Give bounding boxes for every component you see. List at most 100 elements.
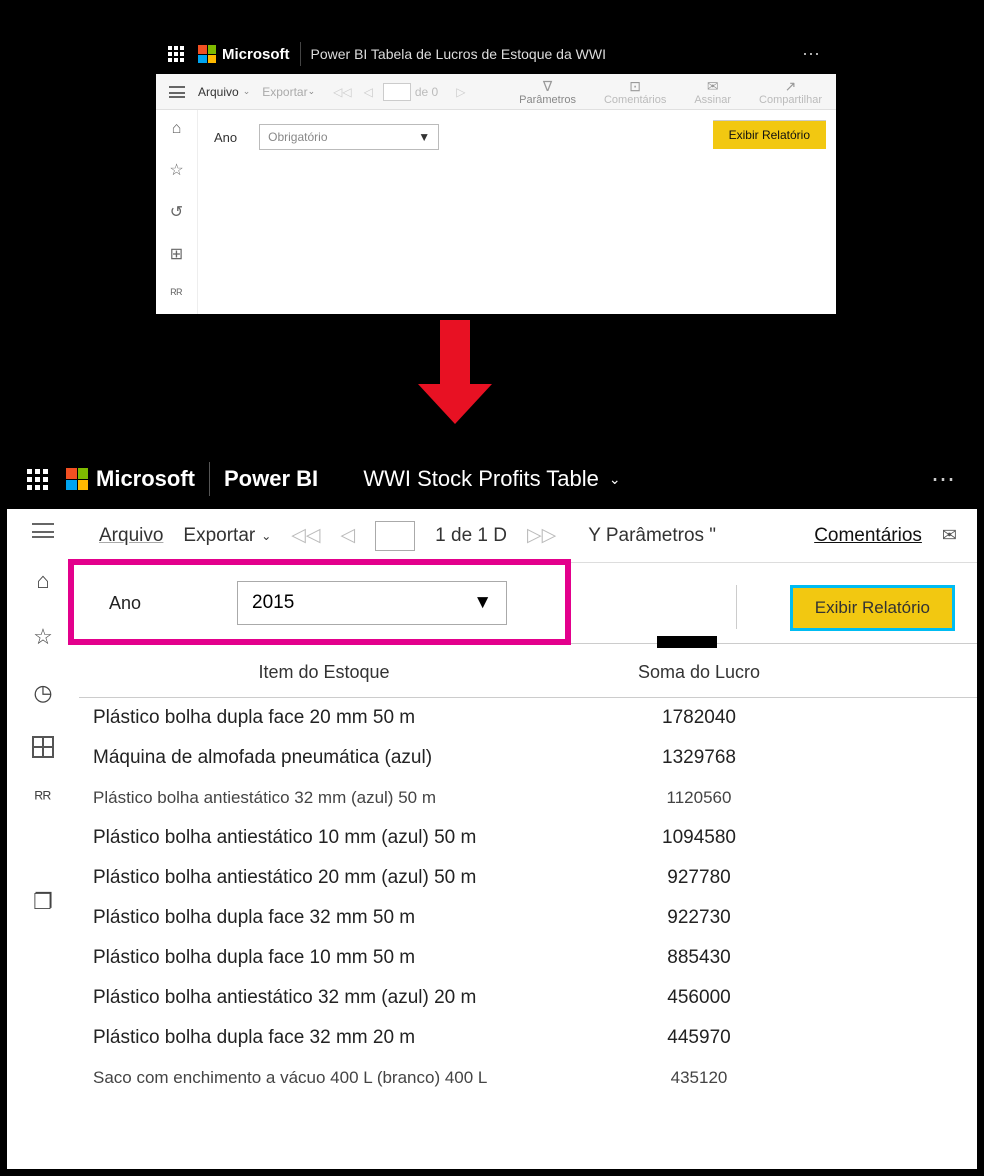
dropdown-value: 2015 bbox=[252, 592, 294, 614]
table-row: Plástico bolha dupla face 20 mm 50 m1782… bbox=[79, 698, 977, 738]
cell-profit: 1329768 bbox=[569, 747, 829, 769]
bottom-window: Microsoft Power BI WWI Stock Profits Tab… bbox=[7, 449, 977, 1169]
toolbar-params[interactable]: Y Parâmetros " bbox=[588, 525, 716, 547]
cell-profit: 927780 bbox=[569, 867, 829, 889]
next-page-icon[interactable]: ▷ bbox=[456, 85, 465, 99]
recent-icon[interactable]: ◷ bbox=[33, 680, 52, 706]
table-row: Plástico bolha antiestático 20 mm (azul)… bbox=[79, 858, 977, 898]
view-report-button[interactable]: Exibir Relatório bbox=[713, 120, 826, 149]
first-page-icon[interactable]: ◁◁ bbox=[333, 85, 351, 99]
page-number-input[interactable] bbox=[375, 521, 415, 551]
year-dropdown[interactable]: 2015 ▼ bbox=[237, 581, 507, 625]
app-launcher-icon[interactable] bbox=[27, 469, 48, 490]
bottom-toolbar: Arquivo Exportar⌄ ◁◁ ◁ 1 de 1 D ▷▷ Y Par… bbox=[79, 509, 977, 563]
home-icon[interactable]: ⌂ bbox=[36, 568, 49, 594]
top-sidebar: ⌂ ☆ ↺ ⊞ ᴿᴿ bbox=[156, 110, 198, 314]
dropdown-placeholder: Obrigatório bbox=[268, 130, 327, 144]
home-icon[interactable]: ⌂ bbox=[172, 120, 182, 138]
prev-page-icon[interactable]: ◁ bbox=[364, 85, 373, 99]
menu-export[interactable]: Exportar⌄ bbox=[183, 525, 271, 547]
sort-indicator bbox=[657, 636, 717, 648]
mail-icon[interactable]: ✉ bbox=[942, 525, 957, 546]
separator bbox=[736, 585, 737, 629]
document-title-dropdown[interactable]: WWI Stock Profits Table ⌄ bbox=[363, 466, 620, 492]
comment-icon: ⊡ bbox=[629, 78, 641, 94]
shared-icon[interactable]: ᴿᴿ bbox=[35, 788, 51, 809]
chevron-down-icon: ⌄ bbox=[609, 471, 621, 488]
cell-item: Plástico bolha antiestático 20 mm (azul)… bbox=[79, 867, 569, 889]
filter-bar: Ano 2015 ▼ Exibir Relatório bbox=[79, 563, 977, 644]
toolbar-subscribe[interactable]: ✉Assinar bbox=[694, 78, 731, 106]
apps-icon[interactable]: ⊞ bbox=[170, 244, 183, 264]
cell-item: Plástico bolha antiestático 32 mm (azul)… bbox=[79, 987, 569, 1009]
bottom-titlebar: Microsoft Power BI WWI Stock Profits Tab… bbox=[7, 449, 977, 509]
overflow-menu-icon[interactable]: ⋯ bbox=[931, 465, 957, 494]
cell-item: Plástico bolha dupla face 10 mm 50 m bbox=[79, 947, 569, 969]
table-header: Item do Estoque Soma do Lucro bbox=[79, 644, 977, 698]
bottom-sidebar: ⌂ ☆ ◷ ᴿᴿ ❐ bbox=[7, 509, 79, 1169]
arrow-head-icon bbox=[418, 384, 492, 424]
top-titlebar: Microsoft Power BI Tabela de Lucros de E… bbox=[156, 34, 836, 74]
table-row: Plástico bolha dupla face 32 mm 20 m4459… bbox=[79, 1018, 977, 1058]
shared-icon[interactable]: ᴿᴿ bbox=[171, 286, 183, 301]
column-header-profit[interactable]: Soma do Lucro bbox=[569, 662, 829, 683]
cell-item: Plástico bolha antiestático 32 mm (azul)… bbox=[79, 788, 569, 808]
cell-item: Plástico bolha dupla face 32 mm 20 m bbox=[79, 1027, 569, 1049]
filter-icon: ∇ bbox=[543, 78, 552, 94]
report-title: Power BI Tabela de Lucros de Estoque da … bbox=[311, 46, 606, 62]
table-row: Plástico bolha antiestático 10 mm (azul)… bbox=[79, 818, 977, 858]
cell-profit: 1782040 bbox=[569, 707, 829, 729]
top-toolbar: Arquivo⌄ Exportar⌄ ◁◁ ◁ de 0 ▷ ∇Parâmetr… bbox=[156, 74, 836, 110]
favorite-icon[interactable]: ☆ bbox=[169, 160, 183, 180]
table-row: Máquina de almofada pneumática (azul)132… bbox=[79, 738, 977, 778]
overflow-menu-icon[interactable]: ⋯ bbox=[802, 44, 820, 65]
toolbar-comments[interactable]: ⊡Comentários bbox=[604, 78, 666, 106]
share-icon: ↗ bbox=[785, 78, 797, 94]
toolbar-share[interactable]: ↗Compartilhar bbox=[759, 78, 822, 106]
favorite-icon[interactable]: ☆ bbox=[33, 624, 53, 650]
toolbar-comments[interactable]: Comentários bbox=[814, 525, 922, 547]
table-row: Saco com enchimento a vácuo 400 L (branc… bbox=[79, 1058, 977, 1098]
caret-down-icon: ▼ bbox=[473, 592, 492, 614]
top-window: Microsoft Power BI Tabela de Lucros de E… bbox=[156, 34, 836, 314]
param-label-year: Ano bbox=[214, 130, 237, 145]
cell-profit: 435120 bbox=[569, 1068, 829, 1088]
caret-down-icon: ▼ bbox=[418, 130, 430, 144]
prev-page-icon[interactable]: ◁ bbox=[341, 524, 356, 547]
menu-file[interactable]: Arquivo bbox=[198, 85, 239, 99]
table-row: Plástico bolha antiestático 32 mm (azul)… bbox=[79, 778, 977, 818]
filter-label-year: Ano bbox=[109, 593, 237, 614]
cell-item: Máquina de almofada pneumática (azul) bbox=[79, 747, 569, 769]
report-table: Item do Estoque Soma do Lucro Plástico b… bbox=[79, 644, 977, 1098]
hamburger-icon[interactable] bbox=[169, 86, 185, 98]
cell-profit: 885430 bbox=[569, 947, 829, 969]
separator bbox=[300, 42, 301, 66]
column-header-item[interactable]: Item do Estoque bbox=[79, 662, 569, 683]
recent-icon[interactable]: ↺ bbox=[170, 202, 183, 222]
chevron-down-icon: ⌄ bbox=[308, 86, 316, 97]
menu-export[interactable]: Exportar bbox=[262, 85, 307, 99]
page-count: 1 de 1 D bbox=[435, 525, 507, 547]
page-number-input[interactable] bbox=[383, 83, 411, 101]
year-dropdown[interactable]: Obrigatório ▼ bbox=[259, 124, 439, 150]
cell-item: Plástico bolha dupla face 20 mm 50 m bbox=[79, 707, 569, 729]
workspaces-icon[interactable]: ❐ bbox=[33, 889, 53, 915]
microsoft-logo-icon bbox=[198, 45, 216, 63]
cell-profit: 1094580 bbox=[569, 827, 829, 849]
apps-icon[interactable] bbox=[32, 736, 54, 758]
cell-profit: 922730 bbox=[569, 907, 829, 929]
cell-profit: 445970 bbox=[569, 1027, 829, 1049]
chevron-down-icon: ⌄ bbox=[261, 529, 271, 543]
app-launcher-icon[interactable] bbox=[168, 46, 184, 62]
table-row: Plástico bolha dupla face 10 mm 50 m8854… bbox=[79, 938, 977, 978]
cell-profit: 456000 bbox=[569, 987, 829, 1009]
hamburger-icon[interactable] bbox=[32, 523, 54, 538]
app-name: Power BI bbox=[224, 466, 318, 492]
cell-item: Plástico bolha antiestático 10 mm (azul)… bbox=[79, 827, 569, 849]
toolbar-params[interactable]: ∇Parâmetros bbox=[519, 78, 576, 106]
view-report-button[interactable]: Exibir Relatório bbox=[790, 585, 955, 631]
menu-file[interactable]: Arquivo bbox=[99, 525, 163, 547]
next-page-icon[interactable]: ▷▷ bbox=[527, 524, 556, 547]
chevron-down-icon: ⌄ bbox=[243, 86, 251, 97]
first-page-icon[interactable]: ◁◁ bbox=[291, 524, 320, 547]
